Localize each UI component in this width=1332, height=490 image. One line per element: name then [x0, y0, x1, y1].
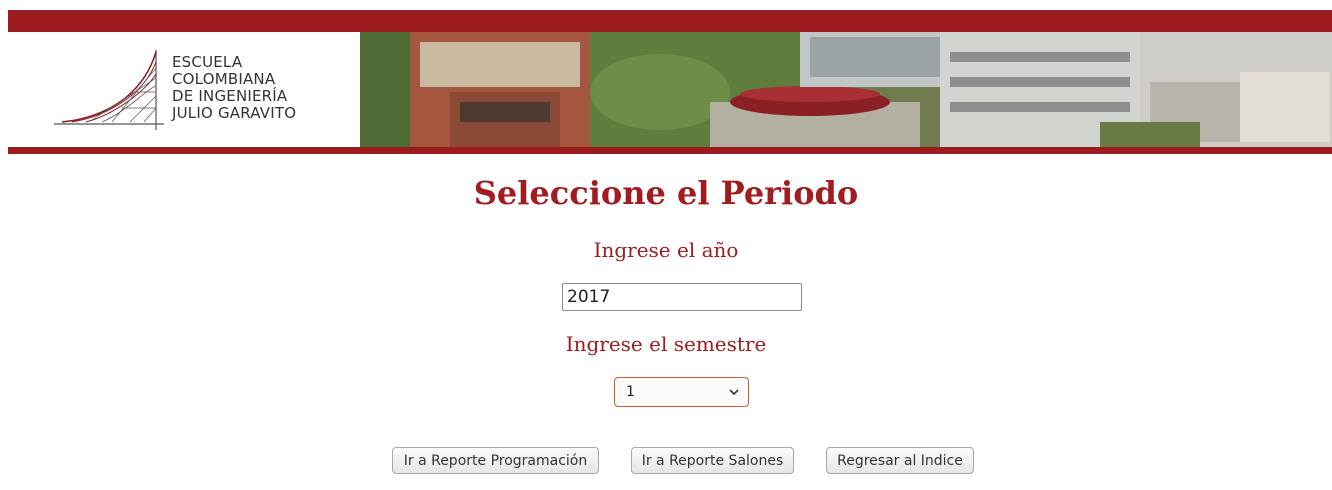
semester-select[interactable]: 1 [614, 377, 749, 407]
semester-label: Ingrese el semestre [565, 332, 767, 356]
logo-mark-icon [54, 50, 164, 130]
banner-top-stripe [8, 10, 1332, 32]
header-banner: ESCUELA COLOMBIANA DE INGENIERÍA JULIO G… [8, 10, 1332, 154]
logo-line: DE INGENIERÍA [172, 87, 288, 105]
semester-selected-value: 1 [626, 384, 635, 400]
year-input[interactable] [562, 283, 802, 311]
logo-line: COLOMBIANA [172, 70, 276, 88]
banner-bottom-stripe [8, 147, 1332, 154]
report-programacion-button[interactable]: Ir a Reporte Programación [392, 447, 599, 474]
report-salones-button[interactable]: Ir a Reporte Salones [631, 447, 794, 474]
year-label: Ingrese el año [593, 238, 739, 262]
logo-text: ESCUELA COLOMBIANA DE INGENIERÍA JULIO G… [172, 54, 296, 122]
logo-line: JULIO GARAVITO [172, 104, 297, 122]
campus-photo [360, 32, 1332, 147]
university-logo: ESCUELA COLOMBIANA DE INGENIERÍA JULIO G… [8, 32, 360, 147]
page-title: Seleccione el Periodo [473, 174, 859, 212]
back-to-index-button[interactable]: Regresar al Indice [826, 447, 974, 474]
logo-line: ESCUELA [172, 53, 243, 71]
chevron-down-icon [729, 389, 739, 396]
